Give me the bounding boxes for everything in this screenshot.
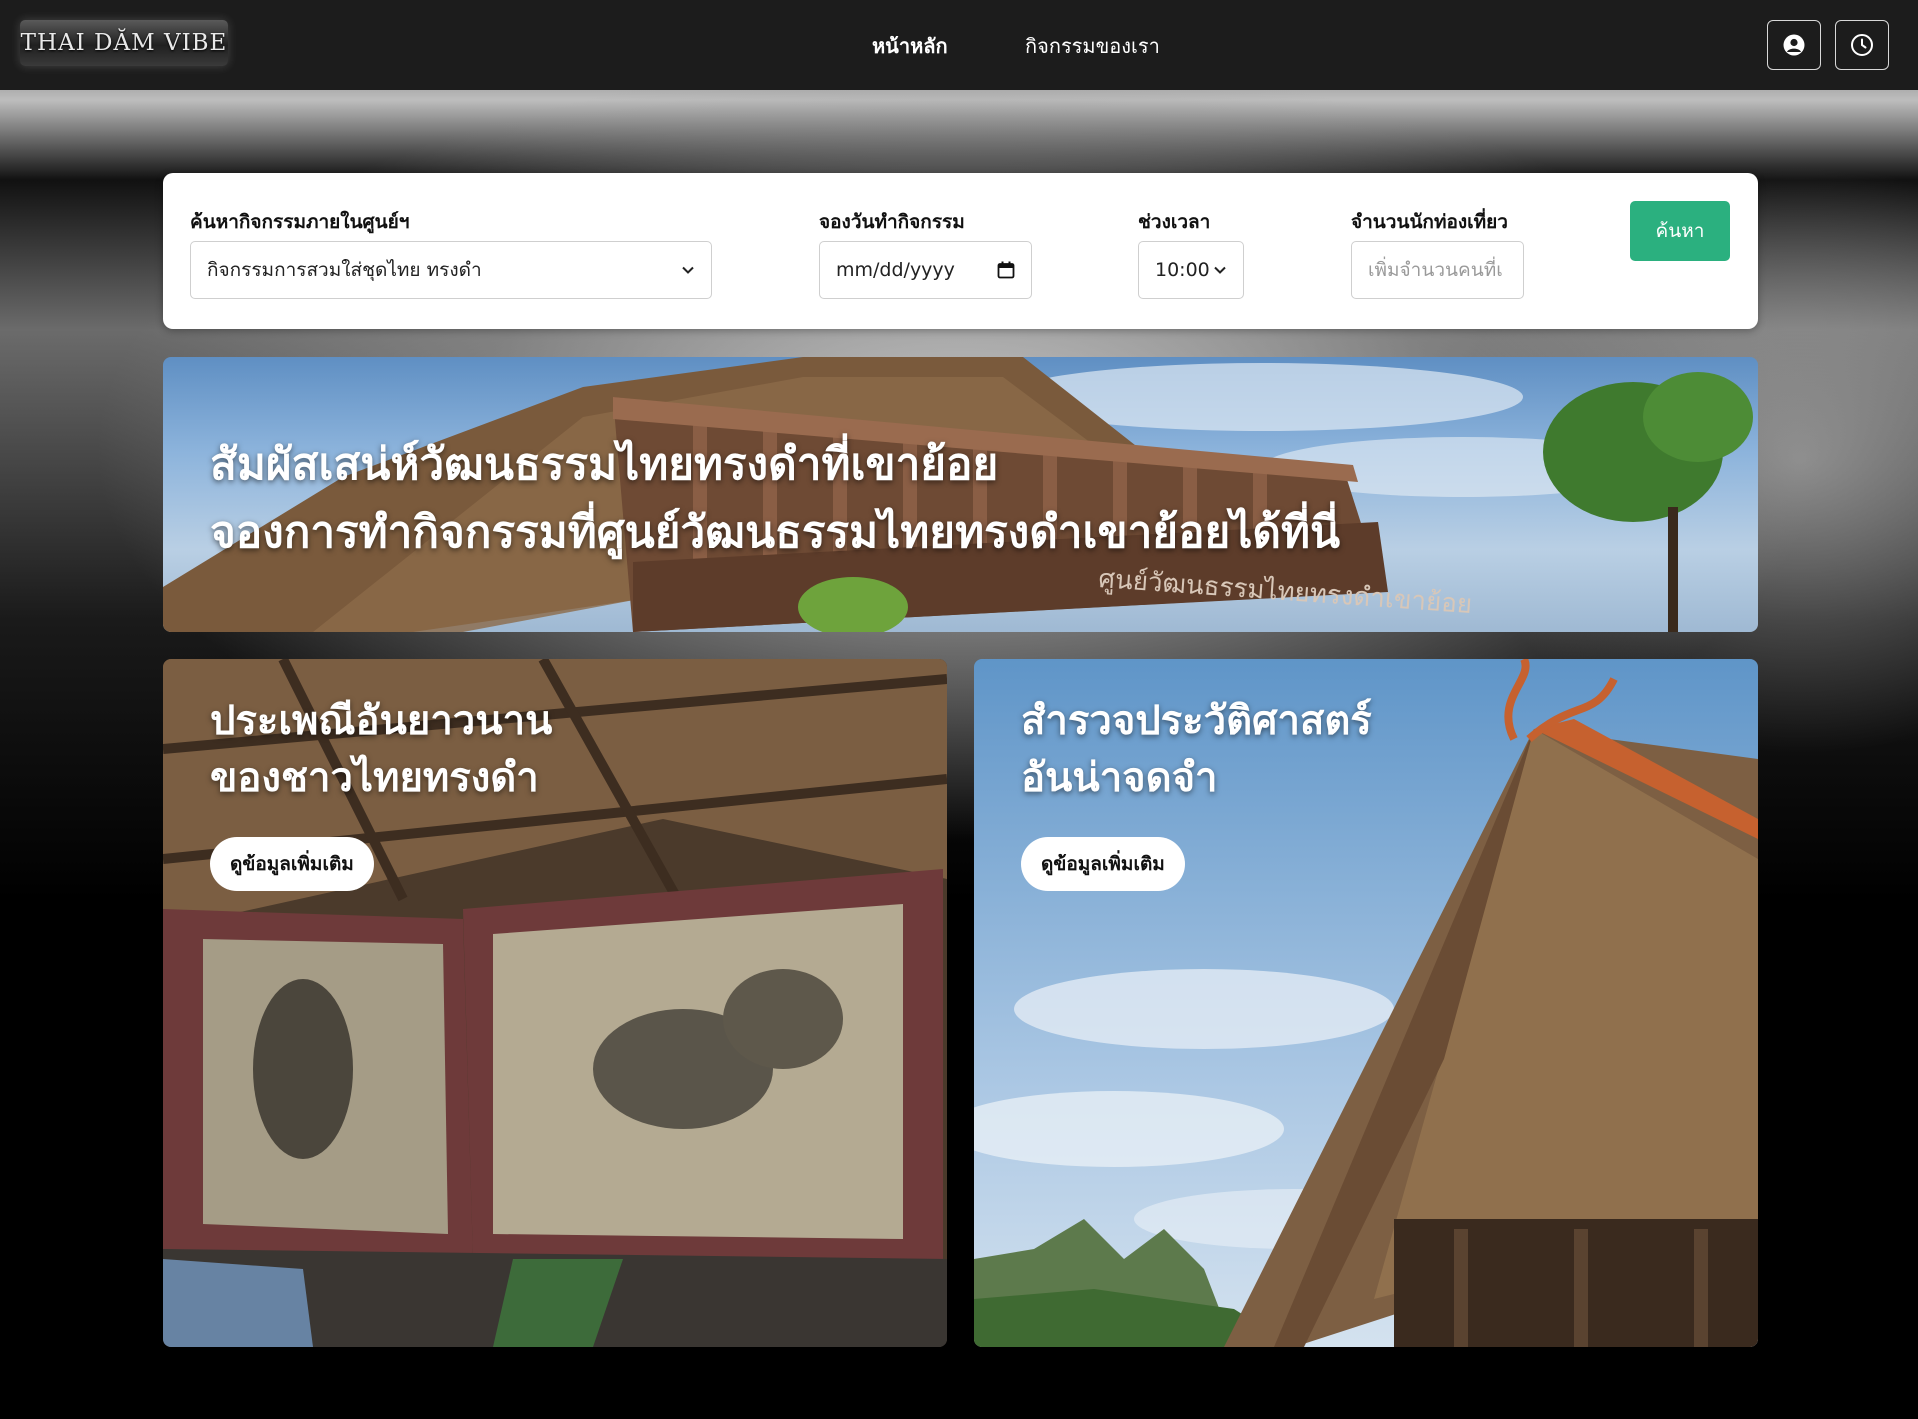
visitors-input[interactable]: เพิ่มจำนวนคนที่เ — [1351, 241, 1524, 299]
activity-search-form: ค้นหากิจกรรมภายในศูนย์ฯ กิจกรรมการสวมใส่… — [163, 173, 1758, 329]
calendar-icon — [997, 261, 1015, 279]
site-logo[interactable]: THAI DĂM VIBE — [20, 20, 228, 66]
card-history-title-line2: อันน่าจดจำ — [1021, 755, 1218, 801]
card-tradition-title-line1: ประเพณีอันยาวนาน — [210, 698, 553, 744]
card-tradition-title-line2: ของชาวไทยทรงดำ — [210, 755, 539, 801]
chevron-down-icon — [1214, 266, 1226, 274]
hero-banner: ศูนย์วัฒนธรรมไทยทรงดำเขาย้อย สัมผัสเสน่ห… — [163, 357, 1758, 632]
time-select[interactable]: 10:00 — [1138, 241, 1244, 299]
nav-link-home[interactable]: หน้าหลัก — [872, 30, 948, 62]
card-history: สำรวจประวัติศาสตร์ อันน่าจดจำ ดูข้อมูลเพ… — [974, 659, 1758, 1347]
clock-icon — [1851, 34, 1873, 56]
time-label: ช่วงเวลา — [1138, 211, 1211, 233]
date-input-placeholder: mm/dd/yyyy — [836, 259, 955, 281]
date-input[interactable]: mm/dd/yyyy — [819, 241, 1032, 299]
card-tradition-title: ประเพณีอันยาวนาน ของชาวไทยทรงดำ — [210, 693, 552, 807]
activity-label: ค้นหากิจกรรมภายในศูนย์ฯ — [190, 211, 410, 233]
hero-title-line1: สัมผัสเสน่ห์วัฒนธรรมไทยทรงดำที่เขาย้อย — [210, 439, 999, 490]
time-select-value: 10:00 — [1155, 259, 1210, 281]
top-navbar: THAI DĂM VIBE หน้าหลัก กิจกรรมของเรา — [0, 0, 1918, 90]
user-circle-icon — [1783, 34, 1805, 56]
card-tradition: ประเพณีอันยาวนาน ของชาวไทยทรงดำ ดูข้อมูล… — [163, 659, 947, 1347]
visitors-input-placeholder: เพิ่มจำนวนคนที่เ — [1368, 259, 1503, 281]
logo-text: THAI DĂM VIBE — [20, 30, 228, 56]
booking-history-button[interactable] — [1835, 20, 1889, 70]
card-tradition-more-button[interactable]: ดูข้อมูลเพิ่มเติม — [210, 837, 374, 891]
user-account-button[interactable] — [1767, 20, 1821, 70]
nav-link-activities[interactable]: กิจกรรมของเรา — [1025, 30, 1160, 62]
hero-title-line2: จองการทำกิจกรรมที่ศูนย์วัฒนธรรมไทยทรงดำเ… — [210, 507, 1341, 558]
card-history-title: สำรวจประวัติศาสตร์ อันน่าจดจำ — [1021, 693, 1372, 807]
search-button[interactable]: ค้นหา — [1630, 201, 1730, 261]
date-label: จองวันทำกิจกรรม — [819, 211, 965, 233]
chevron-down-icon — [682, 266, 694, 274]
activity-select-value: กิจกรรมการสวมใส่ชุดไทย ทรงดำ — [207, 259, 482, 281]
activity-select[interactable]: กิจกรรมการสวมใส่ชุดไทย ทรงดำ — [190, 241, 712, 299]
card-history-title-line1: สำรวจประวัติศาสตร์ — [1021, 698, 1372, 744]
card-history-more-button[interactable]: ดูข้อมูลเพิ่มเติม — [1021, 837, 1185, 891]
visitors-label: จำนวนนักท่องเที่ยว — [1351, 211, 1508, 233]
